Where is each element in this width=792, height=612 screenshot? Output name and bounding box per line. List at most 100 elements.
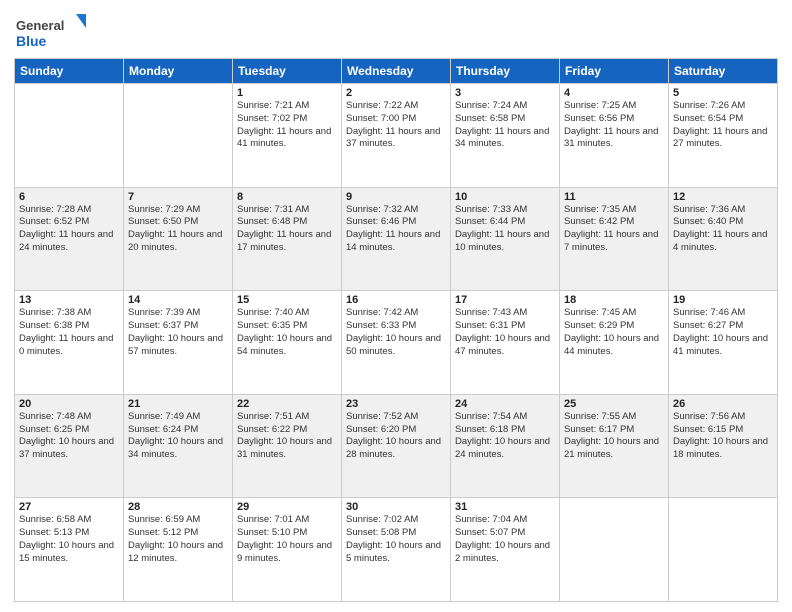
day-number: 19 (673, 294, 773, 306)
day-info: Sunrise: 7:49 AMSunset: 6:24 PMDaylight:… (128, 411, 228, 462)
calendar-cell: 27Sunrise: 6:58 AMSunset: 5:13 PMDayligh… (15, 498, 124, 602)
day-number: 12 (673, 191, 773, 203)
day-number: 21 (128, 398, 228, 410)
day-number: 29 (237, 501, 337, 513)
calendar-cell: 26Sunrise: 7:56 AMSunset: 6:15 PMDayligh… (669, 394, 778, 498)
logo: General Blue (14, 10, 94, 54)
day-info: Sunrise: 7:33 AMSunset: 6:44 PMDaylight:… (455, 204, 555, 255)
day-number: 5 (673, 87, 773, 99)
day-info: Sunrise: 7:55 AMSunset: 6:17 PMDaylight:… (564, 411, 664, 462)
calendar-cell: 10Sunrise: 7:33 AMSunset: 6:44 PMDayligh… (451, 187, 560, 291)
calendar-cell: 3Sunrise: 7:24 AMSunset: 6:58 PMDaylight… (451, 84, 560, 188)
day-info: Sunrise: 7:01 AMSunset: 5:10 PMDaylight:… (237, 514, 337, 565)
weekday-header-row: SundayMondayTuesdayWednesdayThursdayFrid… (15, 59, 778, 84)
day-info: Sunrise: 7:43 AMSunset: 6:31 PMDaylight:… (455, 307, 555, 358)
calendar-cell (124, 84, 233, 188)
logo-svg: General Blue (14, 10, 94, 54)
day-number: 13 (19, 294, 119, 306)
day-number: 3 (455, 87, 555, 99)
day-info: Sunrise: 7:40 AMSunset: 6:35 PMDaylight:… (237, 307, 337, 358)
day-info: Sunrise: 7:32 AMSunset: 6:46 PMDaylight:… (346, 204, 446, 255)
calendar-cell: 28Sunrise: 6:59 AMSunset: 5:12 PMDayligh… (124, 498, 233, 602)
day-number: 11 (564, 191, 664, 203)
calendar-cell: 4Sunrise: 7:25 AMSunset: 6:56 PMDaylight… (560, 84, 669, 188)
weekday-header-saturday: Saturday (669, 59, 778, 84)
header: General Blue (14, 10, 778, 54)
day-info: Sunrise: 7:45 AMSunset: 6:29 PMDaylight:… (564, 307, 664, 358)
calendar-cell: 25Sunrise: 7:55 AMSunset: 6:17 PMDayligh… (560, 394, 669, 498)
day-info: Sunrise: 7:54 AMSunset: 6:18 PMDaylight:… (455, 411, 555, 462)
day-number: 1 (237, 87, 337, 99)
calendar-cell: 5Sunrise: 7:26 AMSunset: 6:54 PMDaylight… (669, 84, 778, 188)
weekday-header-sunday: Sunday (15, 59, 124, 84)
day-info: Sunrise: 7:31 AMSunset: 6:48 PMDaylight:… (237, 204, 337, 255)
weekday-header-friday: Friday (560, 59, 669, 84)
day-info: Sunrise: 7:29 AMSunset: 6:50 PMDaylight:… (128, 204, 228, 255)
week-row-2: 6Sunrise: 7:28 AMSunset: 6:52 PMDaylight… (15, 187, 778, 291)
calendar-page: General Blue SundayMondayTuesdayWednesda… (0, 0, 792, 612)
calendar-cell: 11Sunrise: 7:35 AMSunset: 6:42 PMDayligh… (560, 187, 669, 291)
day-info: Sunrise: 7:04 AMSunset: 5:07 PMDaylight:… (455, 514, 555, 565)
day-info: Sunrise: 6:59 AMSunset: 5:12 PMDaylight:… (128, 514, 228, 565)
day-info: Sunrise: 7:56 AMSunset: 6:15 PMDaylight:… (673, 411, 773, 462)
day-info: Sunrise: 7:38 AMSunset: 6:38 PMDaylight:… (19, 307, 119, 358)
calendar-cell: 16Sunrise: 7:42 AMSunset: 6:33 PMDayligh… (342, 291, 451, 395)
weekday-header-thursday: Thursday (451, 59, 560, 84)
day-info: Sunrise: 7:36 AMSunset: 6:40 PMDaylight:… (673, 204, 773, 255)
day-number: 7 (128, 191, 228, 203)
day-info: Sunrise: 7:24 AMSunset: 6:58 PMDaylight:… (455, 100, 555, 151)
calendar-cell: 23Sunrise: 7:52 AMSunset: 6:20 PMDayligh… (342, 394, 451, 498)
day-info: Sunrise: 7:02 AMSunset: 5:08 PMDaylight:… (346, 514, 446, 565)
calendar-cell: 17Sunrise: 7:43 AMSunset: 6:31 PMDayligh… (451, 291, 560, 395)
week-row-4: 20Sunrise: 7:48 AMSunset: 6:25 PMDayligh… (15, 394, 778, 498)
day-number: 2 (346, 87, 446, 99)
calendar-cell: 22Sunrise: 7:51 AMSunset: 6:22 PMDayligh… (233, 394, 342, 498)
day-number: 20 (19, 398, 119, 410)
day-number: 30 (346, 501, 446, 513)
svg-text:General: General (16, 18, 64, 33)
day-info: Sunrise: 7:42 AMSunset: 6:33 PMDaylight:… (346, 307, 446, 358)
day-info: Sunrise: 7:46 AMSunset: 6:27 PMDaylight:… (673, 307, 773, 358)
calendar-cell: 21Sunrise: 7:49 AMSunset: 6:24 PMDayligh… (124, 394, 233, 498)
day-number: 8 (237, 191, 337, 203)
calendar-cell: 13Sunrise: 7:38 AMSunset: 6:38 PMDayligh… (15, 291, 124, 395)
day-info: Sunrise: 7:21 AMSunset: 7:02 PMDaylight:… (237, 100, 337, 151)
calendar-cell: 19Sunrise: 7:46 AMSunset: 6:27 PMDayligh… (669, 291, 778, 395)
day-info: Sunrise: 7:51 AMSunset: 6:22 PMDaylight:… (237, 411, 337, 462)
calendar-cell: 1Sunrise: 7:21 AMSunset: 7:02 PMDaylight… (233, 84, 342, 188)
calendar-cell: 30Sunrise: 7:02 AMSunset: 5:08 PMDayligh… (342, 498, 451, 602)
calendar-cell: 12Sunrise: 7:36 AMSunset: 6:40 PMDayligh… (669, 187, 778, 291)
day-info: Sunrise: 7:26 AMSunset: 6:54 PMDaylight:… (673, 100, 773, 151)
calendar-cell (669, 498, 778, 602)
calendar-cell: 24Sunrise: 7:54 AMSunset: 6:18 PMDayligh… (451, 394, 560, 498)
calendar-cell: 7Sunrise: 7:29 AMSunset: 6:50 PMDaylight… (124, 187, 233, 291)
calendar-cell: 29Sunrise: 7:01 AMSunset: 5:10 PMDayligh… (233, 498, 342, 602)
day-number: 26 (673, 398, 773, 410)
day-number: 6 (19, 191, 119, 203)
svg-text:Blue: Blue (16, 33, 47, 49)
day-number: 4 (564, 87, 664, 99)
day-info: Sunrise: 7:35 AMSunset: 6:42 PMDaylight:… (564, 204, 664, 255)
week-row-3: 13Sunrise: 7:38 AMSunset: 6:38 PMDayligh… (15, 291, 778, 395)
day-number: 28 (128, 501, 228, 513)
day-number: 24 (455, 398, 555, 410)
calendar-cell: 6Sunrise: 7:28 AMSunset: 6:52 PMDaylight… (15, 187, 124, 291)
day-number: 10 (455, 191, 555, 203)
day-info: Sunrise: 7:39 AMSunset: 6:37 PMDaylight:… (128, 307, 228, 358)
calendar-cell: 9Sunrise: 7:32 AMSunset: 6:46 PMDaylight… (342, 187, 451, 291)
weekday-header-wednesday: Wednesday (342, 59, 451, 84)
calendar-cell: 15Sunrise: 7:40 AMSunset: 6:35 PMDayligh… (233, 291, 342, 395)
day-number: 14 (128, 294, 228, 306)
calendar-cell (560, 498, 669, 602)
day-info: Sunrise: 7:28 AMSunset: 6:52 PMDaylight:… (19, 204, 119, 255)
day-number: 9 (346, 191, 446, 203)
day-number: 31 (455, 501, 555, 513)
day-info: Sunrise: 7:25 AMSunset: 6:56 PMDaylight:… (564, 100, 664, 151)
day-number: 16 (346, 294, 446, 306)
day-number: 27 (19, 501, 119, 513)
calendar-cell: 31Sunrise: 7:04 AMSunset: 5:07 PMDayligh… (451, 498, 560, 602)
weekday-header-tuesday: Tuesday (233, 59, 342, 84)
week-row-5: 27Sunrise: 6:58 AMSunset: 5:13 PMDayligh… (15, 498, 778, 602)
calendar-cell: 14Sunrise: 7:39 AMSunset: 6:37 PMDayligh… (124, 291, 233, 395)
calendar-table: SundayMondayTuesdayWednesdayThursdayFrid… (14, 58, 778, 602)
